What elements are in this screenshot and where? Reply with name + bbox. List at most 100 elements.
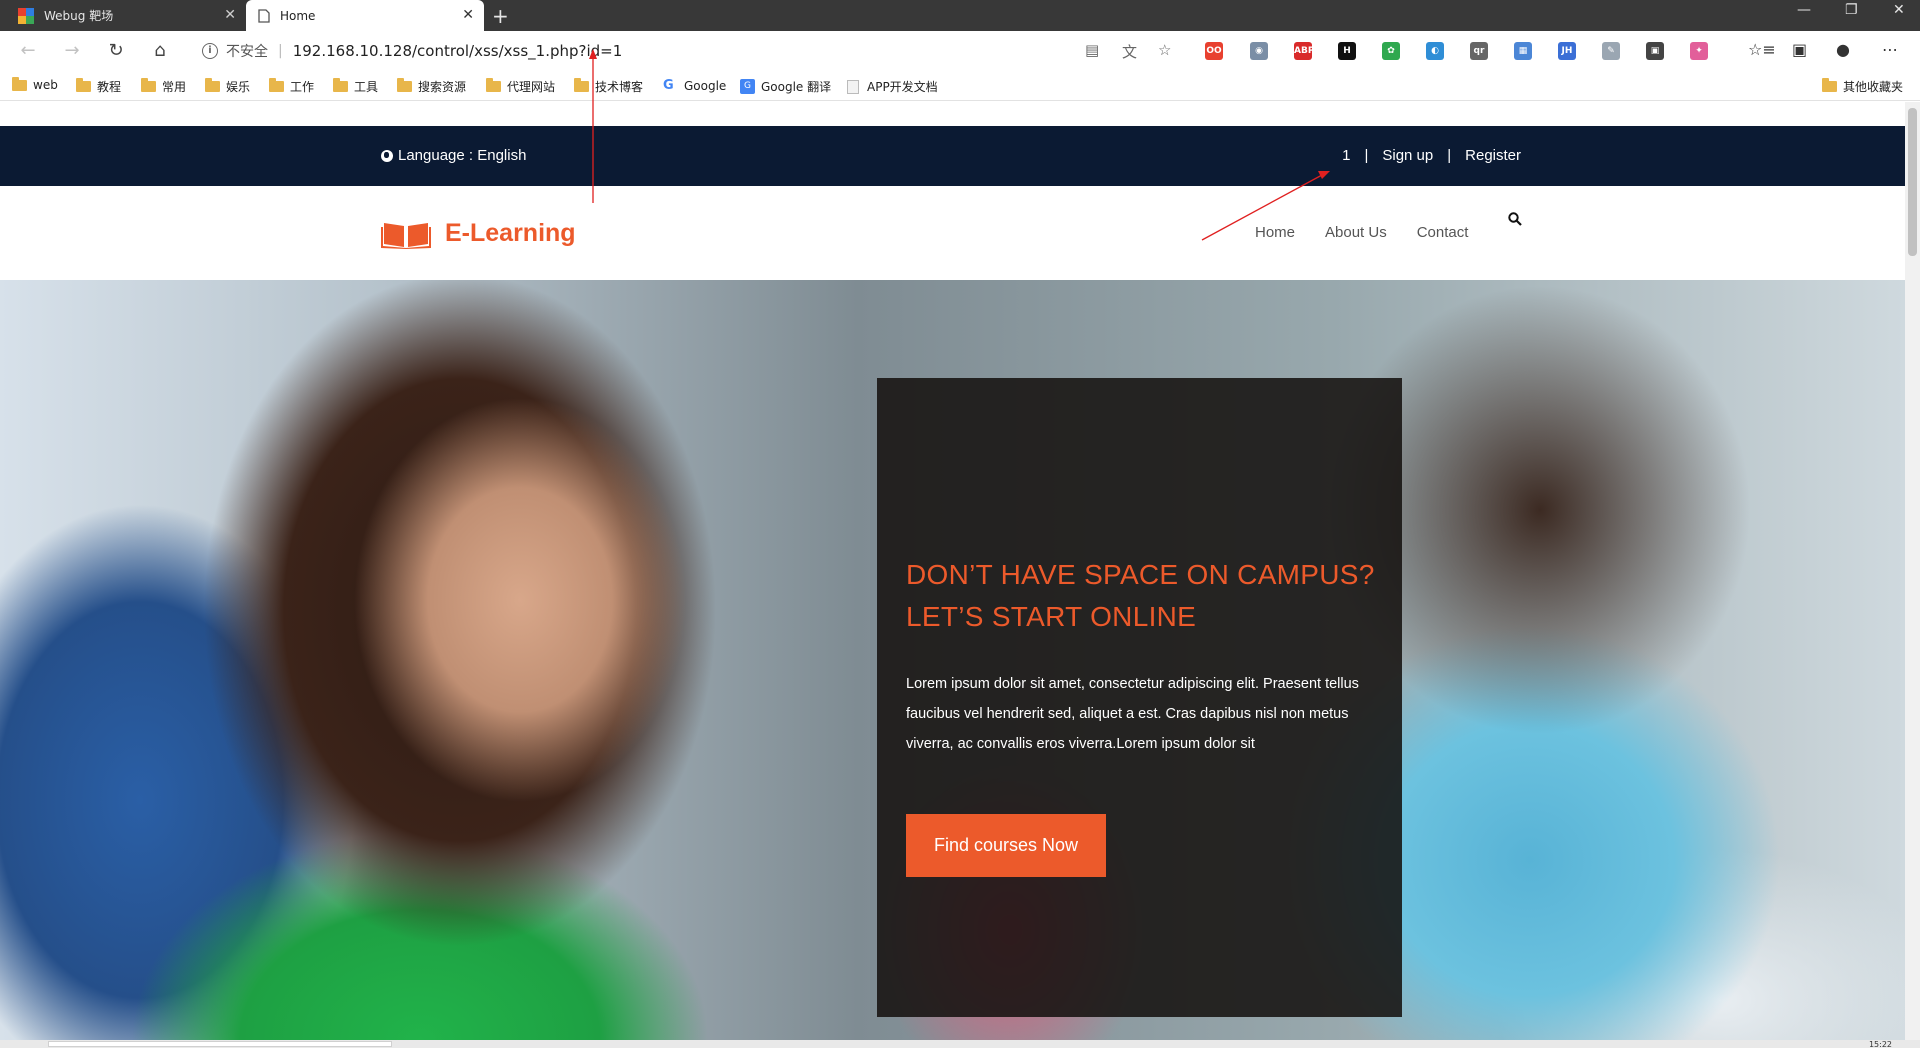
bookmark-web[interactable]: web [12, 76, 58, 92]
hero-banner: DON’T HAVE SPACE ON CAMPUS? LET’S START … [0, 280, 1905, 1040]
bookmark-entertainment[interactable]: 娱乐 [205, 78, 250, 95]
google-translate-icon: G [740, 79, 755, 94]
separator: | [1447, 147, 1452, 164]
hero-title: DON’T HAVE SPACE ON CAMPUS? LET’S START … [906, 559, 1375, 632]
bookmark-tech-blogs[interactable]: 技术博客 [574, 78, 643, 95]
url-text[interactable]: 192.168.10.128/control/xss/xss_1.php?id=… [293, 42, 623, 60]
extension-h-icon[interactable]: H [1338, 42, 1356, 60]
bookmark-other-favorites[interactable]: 其他收藏夹 [1822, 78, 1903, 95]
extension-12-icon[interactable]: ✦ [1690, 42, 1708, 60]
bookmark-tutorial[interactable]: 教程 [76, 78, 121, 95]
hero-overlay-panel: DON’T HAVE SPACE ON CAMPUS? LET’S START … [877, 378, 1402, 1017]
favorites-list-icon[interactable]: ☆≡ [1748, 40, 1776, 59]
tab-title: Home [280, 8, 316, 23]
nav-about-us[interactable]: About Us [1325, 224, 1387, 241]
bookmark-label: web [33, 78, 58, 92]
profile-avatar-icon[interactable]: ● [1836, 40, 1850, 59]
minimize-button[interactable]: — [1797, 2, 1811, 18]
vertical-scrollbar[interactable] [1905, 102, 1920, 1040]
close-tab-icon[interactable]: ✕ [462, 8, 474, 22]
back-button[interactable]: ← [16, 39, 40, 63]
collections-icon[interactable]: ▣ [1792, 40, 1807, 59]
address-separator: | [278, 43, 283, 59]
close-window-button[interactable]: ✕ [1893, 2, 1905, 18]
account-links: 1 | Sign up | Register [1342, 147, 1521, 164]
google-icon: G [663, 78, 674, 93]
browser-tab-strip: Webug 靶场 ✕ Home ✕ + — ❐ ✕ [0, 0, 1920, 31]
restore-button[interactable]: ❐ [1845, 2, 1858, 18]
page-favicon-icon [258, 8, 270, 23]
bookmark-label: 其他收藏夹 [1843, 80, 1904, 94]
info-icon[interactable]: i [202, 43, 218, 59]
register-link[interactable]: Register [1465, 147, 1521, 164]
brand-name: E-Learning [445, 218, 576, 247]
scrollbar-thumb[interactable] [1908, 108, 1917, 256]
translate-icon[interactable]: 文 [1122, 41, 1137, 62]
extension-jh-icon[interactable]: JH [1558, 42, 1576, 60]
extension-1-icon[interactable]: OO [1205, 42, 1223, 60]
bookmark-google-translate[interactable]: G Google 翻译 [740, 78, 831, 95]
refresh-button[interactable]: ↻ [104, 39, 128, 63]
bookmark-label: 常用 [162, 80, 187, 94]
browser-toolbar: ← → ↻ ⌂ i 不安全 | 192.168.10.128/control/x… [0, 31, 1920, 71]
bookmark-app-docs[interactable]: APP开发文档 [847, 78, 938, 95]
bookmark-label: 工作 [290, 80, 315, 94]
page-viewport: Language : English 1 | Sign up | Registe… [0, 102, 1905, 1040]
close-tab-icon[interactable]: ✕ [224, 8, 236, 22]
folder-icon [397, 78, 412, 92]
site-top-bar: Language : English 1 | Sign up | Registe… [0, 126, 1905, 186]
scrollbar-thumb[interactable] [48, 1041, 392, 1047]
folder-icon [486, 78, 501, 92]
signup-link[interactable]: Sign up [1382, 147, 1433, 164]
open-book-icon [381, 223, 431, 249]
home-button[interactable]: ⌂ [148, 39, 172, 63]
extension-6-icon[interactable]: ◐ [1426, 42, 1444, 60]
language-selector[interactable]: Language : English [381, 147, 526, 164]
nav-contact[interactable]: Contact [1417, 224, 1469, 241]
forward-button[interactable]: → [60, 39, 84, 63]
bookmark-label: Google 翻译 [761, 80, 832, 94]
folder-icon [269, 78, 284, 92]
search-icon[interactable] [1508, 212, 1522, 226]
main-nav: Home About Us Contact [1255, 224, 1498, 241]
bookmark-label: 搜索资源 [418, 80, 467, 94]
nav-home[interactable]: Home [1255, 224, 1295, 241]
bookmark-label: APP开发文档 [867, 80, 938, 94]
new-tab-button[interactable]: + [492, 4, 509, 28]
folder-icon [1822, 78, 1837, 92]
bookmark-label: 娱乐 [226, 80, 251, 94]
reader-mode-icon[interactable]: ▤ [1085, 41, 1099, 59]
favorite-star-icon[interactable]: ☆ [1158, 41, 1171, 59]
globe-icon [381, 149, 393, 162]
page-icon [847, 79, 859, 94]
bookmark-google[interactable]: G Google [663, 78, 726, 93]
folder-icon [205, 78, 220, 92]
bookmark-label: Google [684, 78, 727, 93]
site-logo[interactable]: E-Learning [381, 217, 576, 249]
bookmark-common[interactable]: 常用 [141, 78, 186, 95]
adblock-icon[interactable]: ABP [1294, 42, 1314, 60]
folder-icon [76, 78, 91, 92]
extension-8-icon[interactable]: ▦ [1514, 42, 1532, 60]
extension-2-icon[interactable]: ◉ [1250, 42, 1268, 60]
horizontal-scrollbar[interactable]: 15:22 [0, 1040, 1920, 1049]
extension-11-icon[interactable]: ▣ [1646, 42, 1664, 60]
tab-home[interactable]: Home ✕ [246, 0, 484, 31]
qr-code-icon[interactable]: qr [1470, 42, 1488, 60]
bookmark-proxy-sites[interactable]: 代理网站 [486, 78, 555, 95]
extension-10-icon[interactable]: ✎ [1602, 42, 1620, 60]
more-menu-icon[interactable]: ⋯ [1882, 40, 1898, 59]
find-courses-button[interactable]: Find courses Now [906, 814, 1106, 877]
extension-paw-icon[interactable]: ✿ [1382, 42, 1400, 60]
bookmark-search-resources[interactable]: 搜索资源 [397, 78, 466, 95]
address-bar[interactable]: i 不安全 | 192.168.10.128/control/xss/xss_1… [190, 36, 1186, 66]
reflected-user-value: 1 [1342, 147, 1351, 164]
bookmark-label: 工具 [354, 80, 379, 94]
bookmark-work[interactable]: 工作 [269, 78, 314, 95]
language-label: Language : English [398, 147, 527, 164]
bookmark-label: 技术博客 [595, 80, 644, 94]
tab-webug[interactable]: Webug 靶场 ✕ [0, 0, 246, 31]
separator: | [1364, 147, 1369, 164]
bookmark-tools[interactable]: 工具 [333, 78, 378, 95]
folder-icon [574, 78, 589, 92]
